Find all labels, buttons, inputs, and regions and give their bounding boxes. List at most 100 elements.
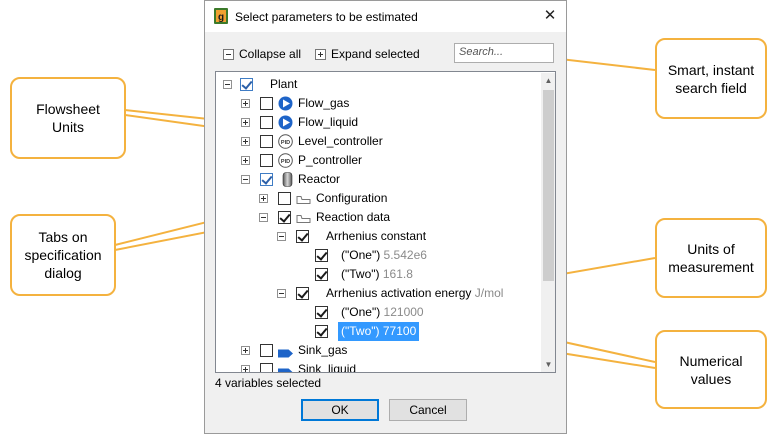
- expand-toggle-icon[interactable]: [241, 118, 250, 127]
- callout-text: Tabs on specification dialog: [24, 229, 102, 281]
- collapse-toggle-icon[interactable]: [277, 289, 286, 298]
- callout-text: Units of measurement: [668, 241, 754, 275]
- app-logo-icon: g: [214, 8, 228, 24]
- plant-checkbox[interactable]: [240, 78, 253, 91]
- reactor-checkbox[interactable]: [260, 173, 273, 186]
- expand-icon: [315, 49, 326, 60]
- tree-item-energy-two-selected[interactable]: ("Two") 77100: [216, 322, 536, 341]
- level-controller-checkbox[interactable]: [260, 135, 273, 148]
- callout-text: Smart, instant search field: [667, 61, 755, 96]
- index-label: ("One"): [341, 248, 381, 262]
- flow-gas-checkbox[interactable]: [260, 97, 273, 110]
- ok-button[interactable]: OK: [301, 399, 379, 421]
- expand-toggle-icon[interactable]: [259, 194, 268, 203]
- collapse-icon: [223, 49, 234, 60]
- tree-item-arrhenius-constant[interactable]: Arrhenius constant: [216, 227, 536, 246]
- select-parameters-dialog: g Select parameters to be estimated ✕ Co…: [204, 0, 567, 434]
- expand-toggle-icon[interactable]: [241, 99, 250, 108]
- tree-label: Flow_gas: [298, 96, 350, 110]
- pid-icon: PID: [278, 134, 293, 149]
- parameter-tree[interactable]: Plant Flow_gas Flow_liquid PID Level_con…: [215, 71, 556, 373]
- tree-label-with-value: ("One") 5.542e6: [341, 246, 427, 265]
- tree-label: Reactor: [298, 172, 341, 186]
- tree-item-constant-one[interactable]: ("One") 5.542e6: [216, 246, 536, 265]
- expand-toggle-icon[interactable]: [241, 365, 250, 372]
- expand-toggle-icon[interactable]: [241, 346, 250, 355]
- tree-label: P_controller: [298, 153, 363, 167]
- callout-units: Units of measurement: [655, 218, 767, 298]
- close-icon[interactable]: ✕: [540, 6, 560, 26]
- sink-icon: [278, 368, 293, 372]
- expand-selected-button[interactable]: Expand selected: [315, 44, 420, 64]
- activation-energy-checkbox[interactable]: [296, 287, 309, 300]
- expand-selected-label: Expand selected: [331, 47, 420, 61]
- constant-one-checkbox[interactable]: [315, 249, 328, 262]
- collapse-all-button[interactable]: Collapse all: [223, 44, 301, 64]
- reaction-data-checkbox[interactable]: [278, 211, 291, 224]
- expand-toggle-icon[interactable]: [241, 156, 250, 165]
- tree-item-sink-gas[interactable]: Sink_gas: [216, 341, 536, 360]
- tree-label: Sink_gas: [298, 343, 348, 357]
- svg-text:g: g: [218, 12, 224, 23]
- tree-item-sink-liquid[interactable]: Sink_liquid: [216, 360, 536, 373]
- tree-label: Sink_liquid: [298, 362, 357, 373]
- callout-tabs: Tabs on specification dialog: [10, 214, 116, 296]
- numeric-value: 161.8: [382, 267, 413, 281]
- flow-icon: [278, 96, 293, 111]
- collapse-toggle-icon[interactable]: [241, 175, 250, 184]
- svg-text:PID: PID: [281, 140, 290, 146]
- tree-item-reactor[interactable]: Reactor: [216, 170, 536, 189]
- sink-liquid-checkbox[interactable]: [260, 363, 273, 372]
- callout-text: Numerical values: [679, 352, 743, 387]
- callout-search: Smart, instant search field: [655, 38, 767, 119]
- energy-one-checkbox[interactable]: [315, 306, 328, 319]
- tree-item-arrhenius-activation-energy[interactable]: Arrhenius activation energy J/mol: [216, 284, 536, 303]
- unit-label: J/mol: [474, 286, 504, 300]
- tree-label: Plant: [270, 77, 298, 91]
- tree-item-energy-one[interactable]: ("One") 121000: [216, 303, 536, 322]
- expand-toggle-icon[interactable]: [241, 137, 250, 146]
- tree-item-p-controller[interactable]: PID P_controller: [216, 151, 536, 170]
- tree-item-level-controller[interactable]: PID Level_controller: [216, 132, 536, 151]
- tree-label: Level_controller: [298, 134, 383, 148]
- svg-text:PID: PID: [281, 159, 290, 165]
- configuration-checkbox[interactable]: [278, 192, 291, 205]
- pid-icon: PID: [278, 153, 293, 168]
- collapse-toggle-icon[interactable]: [259, 213, 268, 222]
- arrhenius-constant-checkbox[interactable]: [296, 230, 309, 243]
- tree-label: Arrhenius constant: [326, 229, 427, 243]
- reactor-icon: [282, 172, 293, 187]
- numeric-value: 121000: [383, 305, 424, 319]
- tree-item-configuration[interactable]: Configuration: [216, 189, 536, 208]
- tree-label: Flow_liquid: [298, 115, 359, 129]
- tree-item-plant[interactable]: Plant: [216, 75, 536, 94]
- cancel-button[interactable]: Cancel: [389, 399, 467, 421]
- tree-label: Arrhenius activation energy: [326, 286, 472, 300]
- flow-liquid-checkbox[interactable]: [260, 116, 273, 129]
- scrollbar-thumb[interactable]: [543, 90, 554, 281]
- selected-tree-label: ("Two") 77100: [338, 322, 420, 341]
- selection-status: 4 variables selected: [215, 376, 322, 390]
- sink-gas-checkbox[interactable]: [260, 344, 273, 357]
- constant-two-checkbox[interactable]: [315, 268, 328, 281]
- tree-item-flow-liquid[interactable]: Flow_liquid: [216, 113, 536, 132]
- energy-two-checkbox[interactable]: [315, 325, 328, 338]
- tree-item-constant-two[interactable]: ("Two") 161.8: [216, 265, 536, 284]
- index-label: ("Two"): [341, 267, 380, 281]
- scroll-up-icon[interactable]: ▲: [541, 73, 555, 88]
- tree-label-with-value: ("One") 121000: [341, 303, 424, 322]
- flow-icon: [278, 115, 293, 130]
- search-input[interactable]: Search...: [454, 43, 554, 63]
- tree-item-flow-gas[interactable]: Flow_gas: [216, 94, 536, 113]
- collapse-toggle-icon[interactable]: [277, 232, 286, 241]
- scroll-down-icon[interactable]: ▼: [541, 357, 555, 372]
- callout-flowsheet-units: Flowsheet Units: [10, 77, 126, 159]
- collapse-toggle-icon[interactable]: [223, 80, 232, 89]
- p-controller-checkbox[interactable]: [260, 154, 273, 167]
- tree-label-with-unit: Arrhenius activation energy J/mol: [326, 284, 503, 303]
- tree-item-reaction-data[interactable]: Reaction data: [216, 208, 536, 227]
- index-label: ("Two"): [341, 324, 380, 338]
- vertical-scrollbar[interactable]: ▲ ▼: [541, 73, 555, 372]
- index-label: ("One"): [341, 305, 381, 319]
- sink-icon: [278, 349, 293, 358]
